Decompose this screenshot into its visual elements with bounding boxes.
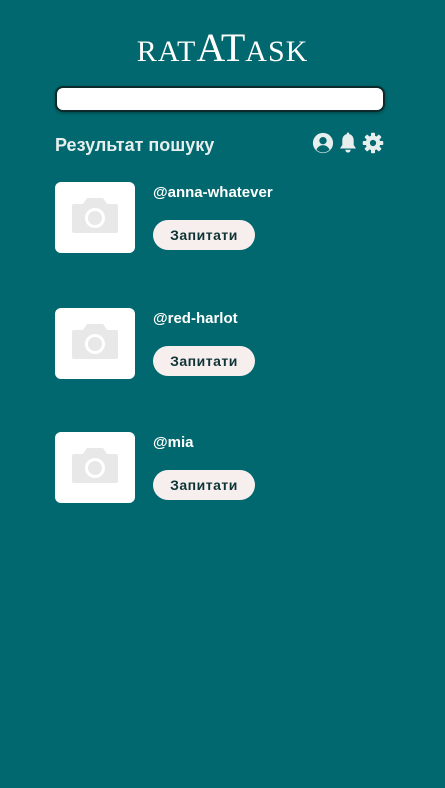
username[interactable]: @red-harlot	[153, 310, 238, 327]
logo-part-ask: ASK	[245, 35, 309, 68]
username[interactable]: @mia	[153, 434, 193, 451]
logo-part-rat: RAT	[136, 35, 197, 68]
camera-icon	[70, 321, 120, 366]
ask-button[interactable]: Запитати	[153, 220, 255, 250]
bell-icon[interactable]	[338, 132, 358, 154]
username[interactable]: @anna-whatever	[153, 184, 273, 201]
photo-placeholder	[55, 308, 135, 379]
photo-placeholder	[55, 432, 135, 503]
result-item: @mia Запитати	[55, 432, 385, 504]
camera-icon	[70, 445, 120, 490]
results-title: Результат пошуку	[55, 135, 215, 155]
search-input[interactable]	[55, 86, 385, 112]
result-item: @red-harlot Запитати	[55, 308, 385, 380]
gear-icon[interactable]	[362, 132, 384, 154]
photo-placeholder	[55, 182, 135, 253]
user-circle-icon[interactable]	[312, 132, 334, 154]
ask-button[interactable]: Запитати	[153, 470, 255, 500]
app-logo: RATATASK	[0, 28, 445, 68]
header-icons	[312, 132, 384, 154]
camera-icon	[70, 195, 120, 240]
logo-part-at: AT	[196, 25, 246, 70]
ask-button[interactable]: Запитати	[153, 346, 255, 376]
result-item: @anna-whatever Запитати	[55, 182, 385, 254]
